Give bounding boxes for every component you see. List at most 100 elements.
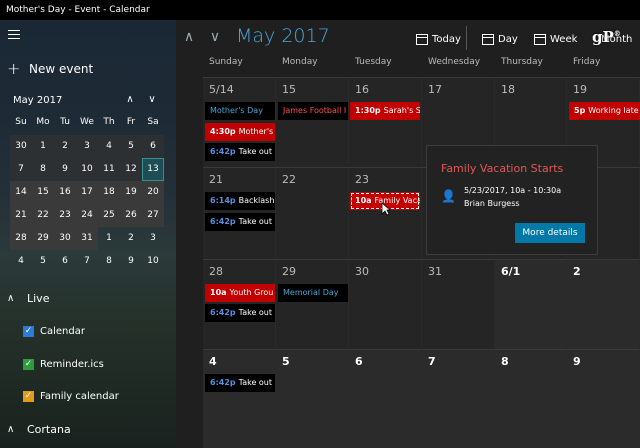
new-event-button[interactable]: + New event [7,60,93,78]
popup-time: 5/23/2017, 10a - 10:30a [464,186,562,195]
toolbar-divider [466,26,467,50]
day-cell[interactable]: 4 [203,349,276,448]
event-takeout[interactable]: 6:42p Take out [205,143,275,161]
mini-day[interactable]: 8 [32,158,54,181]
day-cell[interactable]: 29 [276,259,349,349]
mini-day[interactable]: 14 [10,181,32,204]
chevron-up-icon: ∧ [7,423,15,435]
mini-day[interactable]: 6 [54,250,76,273]
day-cell[interactable]: 7 [422,349,495,448]
checkbox-checked-icon[interactable]: ✓ [23,390,34,402]
day-cell[interactable]: 5 [276,349,349,448]
mini-day[interactable]: 2 [54,135,76,158]
calendar-label: Family calendar [40,390,119,402]
day-cell[interactable]: 31 [422,259,495,349]
weekday-label: Monday [282,57,318,67]
checkbox-checked-icon[interactable]: ✓ [23,358,34,370]
mini-day[interactable]: 1 [32,135,54,158]
mini-day[interactable]: 5 [120,135,142,158]
mini-day[interactable]: 3 [142,227,164,250]
day-view-button[interactable]: Day [482,30,518,48]
mini-day[interactable]: 1 [98,227,120,250]
live-group-header[interactable]: ∧ Live [7,290,49,306]
mini-day[interactable]: 29 [32,227,54,250]
weekday-label: Tuesday [355,57,392,67]
mini-day[interactable]: 9 [54,158,76,181]
event-mothers-day[interactable]: Mother's Day [205,102,275,120]
mini-day[interactable]: 21 [10,204,32,227]
mini-day[interactable]: 3 [76,135,98,158]
month-title[interactable]: May 2017 [236,25,330,47]
calendar-toggle-calendar[interactable]: ✓ Calendar [23,324,85,338]
event-youth-group[interactable]: 10a Youth Grou [205,284,275,302]
day-cell[interactable]: 30 [349,259,422,349]
mini-day-today[interactable]: 13 [142,158,164,181]
event-sarah[interactable]: 1:30p Sarah's S [350,102,420,120]
mini-day[interactable]: 27 [142,204,164,227]
event-mothers[interactable]: 4:30p Mother's [205,123,275,141]
day-cell[interactable]: 22 [276,167,349,259]
mini-day[interactable]: 8 [98,250,120,273]
event-james-football[interactable]: James Football I [278,102,348,120]
calendar-toggle-reminder[interactable]: ✓ Reminder.ics [23,357,104,371]
event-working-late[interactable]: 5p Working late [569,102,640,120]
day-cell[interactable]: 16 [349,77,422,167]
more-details-button[interactable]: More details [515,223,585,243]
mini-day[interactable]: 22 [32,204,54,227]
cortana-group-header[interactable]: ∧ Cortana [7,421,71,437]
mini-day[interactable]: 9 [120,250,142,273]
day-cell[interactable]: 2 [567,259,640,349]
calendar-toggle-family[interactable]: ✓ Family calendar [23,389,119,403]
mini-day[interactable]: 23 [54,204,76,227]
mini-day[interactable]: 16 [54,181,76,204]
event-memorial-day[interactable]: Memorial Day [278,284,348,302]
mini-day[interactable]: 30 [10,135,32,158]
mini-day[interactable]: 30 [54,227,76,250]
day-cell[interactable]: 15 [276,77,349,167]
mini-day[interactable]: 11 [98,158,120,181]
day-view-icon [482,33,494,45]
chevron-down-icon[interactable]: ∨ [145,93,159,107]
weekday-label: Friday [573,57,601,67]
mini-day[interactable]: 2 [120,227,142,250]
chevron-up-icon[interactable]: ∧ [123,93,137,107]
mini-calendar-title[interactable]: May 2017 [13,95,62,106]
event-takeout[interactable]: 6:42p Take out [205,374,275,392]
checkbox-checked-icon[interactable]: ✓ [23,325,34,337]
day-cell[interactable]: 8 [495,349,567,448]
day-cell[interactable]: 9 [567,349,640,448]
event-takeout[interactable]: 6:42p Take out [205,304,275,322]
today-button[interactable]: Today [416,30,461,48]
weekday-label: Thursday [501,57,543,67]
event-takeout[interactable]: 6:42p Take out [205,213,275,231]
week-view-button[interactable]: Week [534,30,577,48]
mini-dow: Su [15,117,27,127]
mini-day[interactable]: 20 [142,181,164,204]
day-cell[interactable]: 6 [349,349,422,448]
mini-day[interactable]: 4 [98,135,120,158]
mini-day[interactable]: 25 [98,204,120,227]
hamburger-menu-icon[interactable] [8,30,20,40]
mini-day[interactable]: 31 [76,227,98,250]
mini-day[interactable]: 18 [98,181,120,204]
mini-day[interactable]: 6 [142,135,164,158]
mini-day[interactable]: 17 [76,181,98,204]
mini-day[interactable]: 10 [142,250,164,273]
mini-day[interactable]: 24 [76,204,98,227]
window-title: Mother's Day - Event - Calendar [0,0,640,20]
mini-day[interactable]: 4 [10,250,32,273]
mini-day[interactable]: 26 [120,204,142,227]
mini-day[interactable]: 10 [76,158,98,181]
mini-day[interactable]: 7 [76,250,98,273]
next-month-icon[interactable]: ∨ [206,28,224,46]
mini-day[interactable]: 7 [10,158,32,181]
event-backlash[interactable]: 6:14p Backlash [205,192,275,210]
mini-day[interactable]: 12 [120,158,142,181]
day-cell[interactable]: 6/1 [495,259,567,349]
mini-day[interactable]: 28 [10,227,32,250]
mini-day[interactable]: 15 [32,181,54,204]
previous-month-icon[interactable]: ∧ [180,28,198,46]
gp-logo: gP® [592,28,621,46]
mini-day[interactable]: 5 [32,250,54,273]
mini-day[interactable]: 19 [120,181,142,204]
